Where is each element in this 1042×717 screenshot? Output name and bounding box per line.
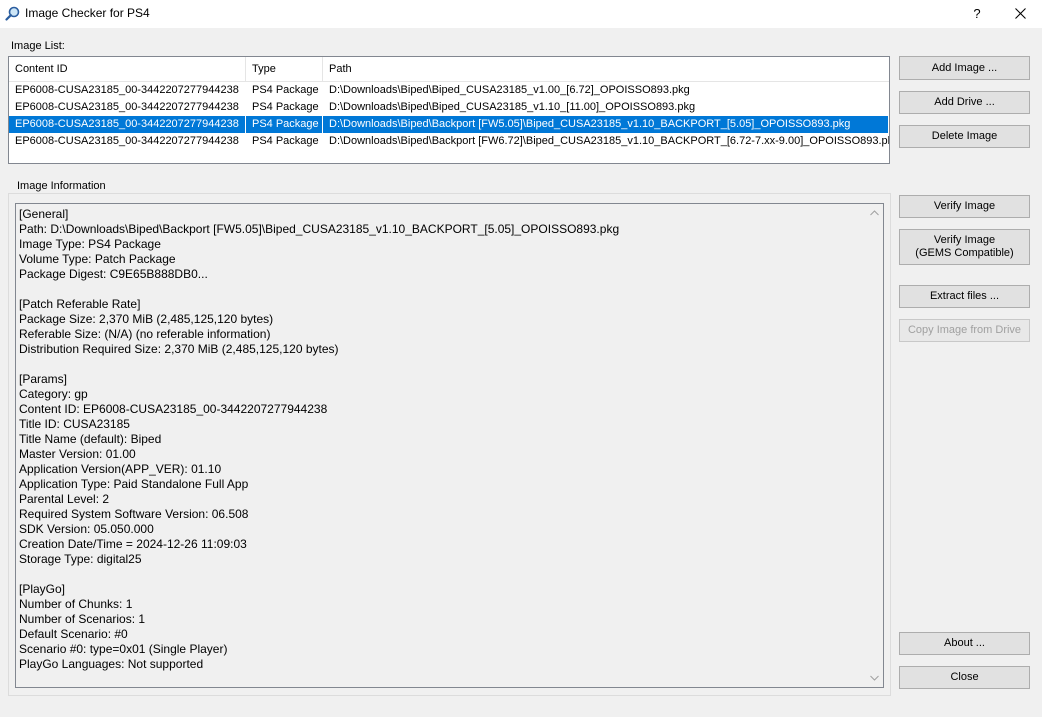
table-row[interactable]: EP6008-CUSA23185_00-3442207277944238 PS4 …	[9, 99, 889, 116]
scroll-up-arrow-icon[interactable]	[870, 209, 879, 218]
cell-path: D:\Downloads\Biped\Biped_CUSA23185_v1.10…	[329, 101, 696, 113]
table-row[interactable]: EP6008-CUSA23185_00-3442207277944238 PS4 …	[9, 133, 889, 150]
cell-content-id: EP6008-CUSA23185_00-3442207277944238	[15, 135, 239, 147]
close-icon	[1015, 8, 1026, 19]
add-drive-button[interactable]: Add Drive ...	[899, 91, 1030, 114]
vertical-scrollbar[interactable]	[866, 204, 883, 687]
window-title: Image Checker for PS4	[25, 6, 150, 20]
delete-image-button[interactable]: Delete Image	[899, 125, 1030, 148]
cell-type: PS4 Package	[252, 135, 319, 147]
cell-content-id: EP6008-CUSA23185_00-3442207277944238	[15, 101, 239, 113]
magnifier-app-icon	[5, 6, 21, 22]
about-button[interactable]: About ...	[899, 632, 1030, 655]
cell-path: D:\Downloads\Biped\Backport [FW6.72]\Bip…	[329, 135, 889, 147]
image-information-text: [General] Path: D:\Downloads\Biped\Backp…	[19, 207, 620, 671]
column-header-content-id[interactable]: Content ID	[9, 57, 246, 81]
verify-gems-line2: (GEMS Compatible)	[915, 247, 1014, 259]
column-header-type[interactable]: Type	[246, 57, 323, 81]
cell-type: PS4 Package	[246, 116, 323, 133]
verify-image-gems-button[interactable]: Verify Image (GEMS Compatible)	[899, 229, 1030, 265]
scroll-down-arrow-icon[interactable]	[870, 674, 879, 683]
cell-content-id: EP6008-CUSA23185_00-3442207277944238	[9, 116, 246, 133]
extract-files-button[interactable]: Extract files ...	[899, 285, 1030, 308]
table-row[interactable]: EP6008-CUSA23185_00-3442207277944238 PS4 …	[9, 82, 889, 99]
image-list-header: Content ID Type Path	[9, 57, 889, 82]
image-information-textbox[interactable]: [General] Path: D:\Downloads\Biped\Backp…	[15, 203, 884, 688]
cell-type: PS4 Package	[252, 101, 319, 113]
add-image-button[interactable]: Add Image ...	[899, 56, 1030, 80]
help-button[interactable]: ?	[955, 0, 999, 28]
title-bar: Image Checker for PS4 ?	[0, 0, 1042, 28]
column-header-path[interactable]: Path	[323, 57, 889, 81]
image-information-label: Image Information	[14, 180, 109, 192]
window-close-button[interactable]	[999, 0, 1042, 28]
cell-path: D:\Downloads\Biped\Biped_CUSA23185_v1.00…	[329, 84, 690, 96]
cell-type: PS4 Package	[252, 84, 319, 96]
image-list[interactable]: Content ID Type Path EP6008-CUSA23185_00…	[8, 56, 890, 164]
image-list-label: Image List:	[11, 40, 65, 52]
close-button[interactable]: Close	[899, 666, 1030, 689]
copy-image-from-drive-button: Copy Image from Drive	[899, 319, 1030, 342]
table-row[interactable]: EP6008-CUSA23185_00-3442207277944238 PS4 …	[9, 116, 889, 133]
verify-gems-line1: Verify Image	[933, 234, 996, 246]
verify-image-button[interactable]: Verify Image	[899, 195, 1030, 218]
cell-path: D:\Downloads\Biped\Backport [FW5.05]\Bip…	[323, 116, 889, 133]
cell-content-id: EP6008-CUSA23185_00-3442207277944238	[15, 84, 239, 96]
